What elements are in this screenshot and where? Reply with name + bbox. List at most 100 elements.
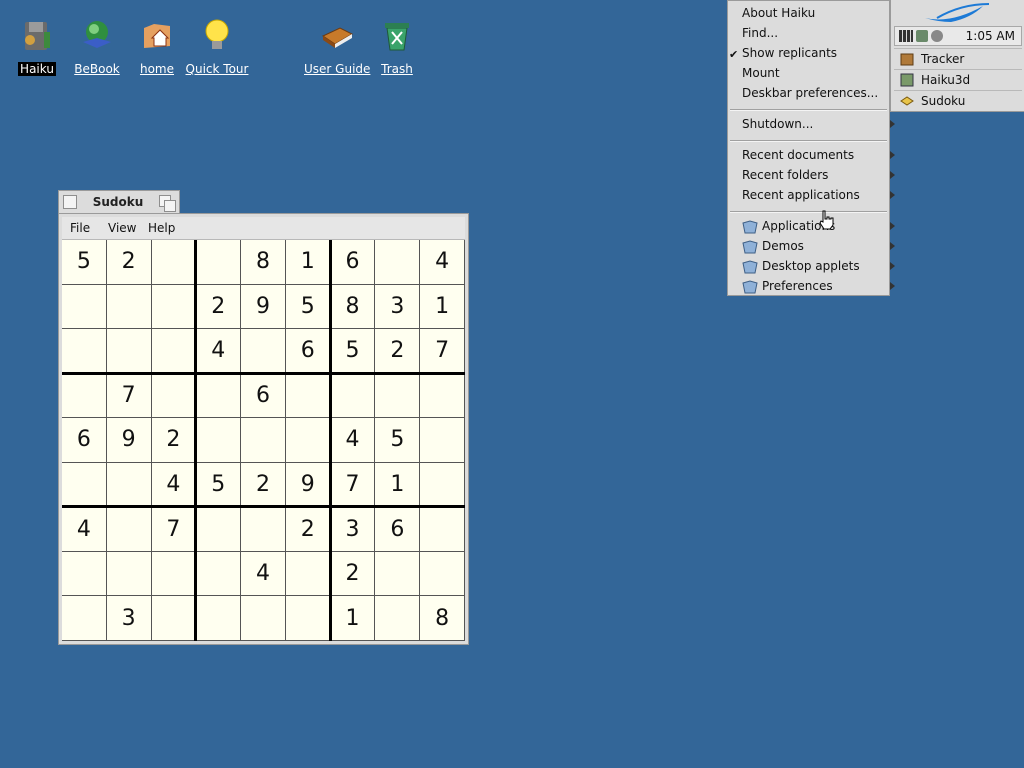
sudoku-cell[interactable]: 8 [420, 596, 465, 641]
sudoku-cell[interactable]: 2 [151, 418, 197, 463]
sudoku-cell[interactable] [285, 551, 331, 597]
sudoku-cell[interactable] [62, 373, 107, 419]
sudoku-cell[interactable] [151, 284, 197, 330]
sudoku-cell[interactable] [241, 329, 286, 374]
sudoku-cell[interactable] [420, 551, 465, 597]
sudoku-cell[interactable]: 5 [285, 284, 331, 330]
sudoku-cell[interactable]: 9 [285, 462, 331, 508]
sudoku-cell[interactable] [151, 596, 197, 641]
sudoku-cell[interactable] [106, 284, 152, 330]
sudoku-cell[interactable] [151, 373, 197, 419]
sudoku-cell[interactable]: 5 [196, 462, 242, 508]
menu-item-recent-documents[interactable]: Recent documents [742, 148, 895, 168]
menu-item-shutdown[interactable]: Shutdown... [742, 117, 895, 137]
sudoku-cell[interactable]: 5 [375, 418, 421, 463]
sudoku-cell[interactable] [62, 462, 107, 508]
sudoku-cell[interactable]: 1 [285, 240, 331, 285]
sudoku-cell[interactable]: 2 [330, 551, 376, 597]
sudoku-cell[interactable] [62, 551, 107, 597]
sudoku-cell[interactable] [196, 507, 242, 552]
sudoku-cell[interactable] [196, 373, 242, 419]
close-button[interactable] [63, 195, 77, 209]
sudoku-cell[interactable] [375, 551, 421, 597]
zoom-button[interactable] [159, 195, 176, 212]
sudoku-cell[interactable]: 3 [106, 596, 152, 641]
sudoku-cell[interactable] [106, 329, 152, 374]
sudoku-cell[interactable]: 8 [330, 284, 376, 330]
sudoku-cell[interactable] [106, 462, 152, 508]
sudoku-cell[interactable] [151, 240, 197, 285]
sudoku-cell[interactable] [196, 596, 242, 641]
sudoku-cell[interactable]: 2 [196, 284, 242, 330]
team-item-sudoku[interactable]: Sudoku [894, 90, 1022, 111]
sudoku-cell[interactable]: 6 [285, 329, 331, 374]
sudoku-cell[interactable] [196, 551, 242, 597]
sudoku-cell[interactable]: 1 [420, 284, 465, 330]
sudoku-cell[interactable]: 6 [330, 240, 376, 285]
sudoku-cell[interactable]: 4 [420, 240, 465, 285]
sudoku-cell[interactable]: 6 [375, 507, 421, 552]
sudoku-cell[interactable]: 3 [330, 507, 376, 552]
sudoku-cell[interactable]: 4 [62, 507, 107, 552]
menu-help[interactable]: Help [148, 221, 175, 235]
sudoku-cell[interactable] [420, 418, 465, 463]
sudoku-cell[interactable]: 5 [62, 240, 107, 285]
sudoku-cell[interactable] [285, 418, 331, 463]
sudoku-cell[interactable]: 9 [106, 418, 152, 463]
menu-item-recent-folders[interactable]: Recent folders [742, 168, 895, 188]
sudoku-cell[interactable] [330, 373, 376, 419]
sudoku-cell[interactable] [196, 418, 242, 463]
sudoku-cell[interactable]: 8 [241, 240, 286, 285]
menu-file[interactable]: File [70, 221, 90, 235]
clock[interactable]: 1:05 AM [966, 29, 1015, 43]
sudoku-cell[interactable] [375, 596, 421, 641]
menu-item-mount[interactable]: Mount [742, 66, 895, 86]
sudoku-cell[interactable]: 7 [106, 373, 152, 419]
menu-view[interactable]: View [108, 221, 136, 235]
sudoku-cell[interactable] [375, 373, 421, 419]
sudoku-cell[interactable] [420, 373, 465, 419]
sudoku-cell[interactable]: 7 [330, 462, 376, 508]
menu-item-find[interactable]: Find... [742, 26, 778, 46]
cpu-meter-icon[interactable] [899, 30, 913, 42]
sudoku-cell[interactable]: 3 [375, 284, 421, 330]
sudoku-cell[interactable] [62, 284, 107, 330]
menu-item-deskbar-preferences[interactable]: Deskbar preferences... [742, 86, 878, 106]
sudoku-cell[interactable]: 6 [62, 418, 107, 463]
sudoku-cell[interactable]: 2 [285, 507, 331, 552]
sudoku-cell[interactable]: 6 [241, 373, 286, 419]
sudoku-cell[interactable] [285, 596, 331, 641]
sudoku-cell[interactable]: 2 [375, 329, 421, 374]
desktop-icon-trash[interactable]: Trash [362, 18, 432, 77]
sudoku-cell[interactable] [106, 507, 152, 552]
sudoku-cell[interactable] [241, 596, 286, 641]
sudoku-cell[interactable] [62, 329, 107, 374]
sudoku-cell[interactable] [241, 507, 286, 552]
sudoku-cell[interactable] [241, 418, 286, 463]
sudoku-cell[interactable] [151, 329, 197, 374]
network-icon[interactable] [916, 30, 928, 42]
volume-icon[interactable] [931, 30, 943, 42]
sudoku-cell[interactable] [420, 462, 465, 508]
team-item-haiku3d[interactable]: Haiku3d [894, 69, 1022, 90]
sudoku-cell[interactable]: 9 [241, 284, 286, 330]
window-tab[interactable]: Sudoku [58, 190, 180, 214]
sudoku-cell[interactable]: 1 [330, 596, 376, 641]
sudoku-cell[interactable] [375, 240, 421, 285]
sudoku-cell[interactable]: 2 [106, 240, 152, 285]
sudoku-cell[interactable]: 4 [241, 551, 286, 597]
haiku-leaf-logo-icon[interactable] [891, 0, 1024, 26]
sudoku-cell[interactable]: 1 [375, 462, 421, 508]
sudoku-cell[interactable]: 4 [151, 462, 197, 508]
menu-item-about-haiku[interactable]: About Haiku [742, 6, 815, 26]
menu-item-recent-applications[interactable]: Recent applications [742, 188, 895, 208]
sudoku-cell[interactable] [420, 507, 465, 552]
menu-item-show-replicants[interactable]: ✔ Show replicants [729, 46, 837, 66]
sudoku-cell[interactable]: 2 [241, 462, 286, 508]
sudoku-cell[interactable] [285, 373, 331, 419]
sudoku-cell[interactable] [106, 551, 152, 597]
team-item-tracker[interactable]: Tracker [894, 48, 1022, 69]
sudoku-cell[interactable]: 4 [196, 329, 242, 374]
sudoku-cell[interactable]: 7 [420, 329, 465, 374]
sudoku-cell[interactable]: 5 [330, 329, 376, 374]
